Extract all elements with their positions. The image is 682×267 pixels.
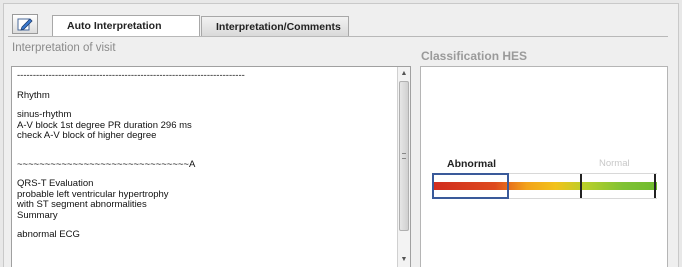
interpretation-line: ----------------------------------------…: [17, 70, 245, 81]
interpretation-scrollbar[interactable]: ▲ ▼: [397, 67, 410, 267]
interpretation-textarea[interactable]: ----------------------------------------…: [11, 66, 411, 267]
classification-panel: Abnormal Normal: [420, 66, 668, 267]
interpretation-line: ~~~~~~~~~~~~~~~~~~~~~~~~~~~~~~~A: [17, 158, 196, 170]
interpretation-group-title: Interpretation of visit: [12, 42, 116, 54]
edit-button[interactable]: [12, 14, 38, 34]
interpretation-line: abnormal ECG: [17, 229, 80, 240]
scale-normal-label: Normal: [599, 158, 630, 169]
tab-interpretation-comments[interactable]: Interpretation/Comments: [201, 16, 349, 37]
classification-scale: [432, 173, 657, 199]
interpretation-line: QRS-T Evaluation: [17, 178, 94, 189]
tab-divider: [8, 36, 668, 37]
scroll-up-arrow-icon[interactable]: ▲: [398, 68, 410, 80]
tab-bar: Auto Interpretation Interpretation/Comme…: [8, 10, 668, 37]
interpretation-line: check A-V block of higher degree: [17, 130, 157, 141]
interpretation-line: [17, 142, 397, 151]
selected-segment-marker: [432, 173, 509, 199]
scroll-thumb[interactable]: [399, 81, 409, 231]
scroll-grip-icon: [402, 153, 406, 159]
interpretation-line: [17, 101, 397, 110]
edit-icon: [17, 18, 33, 31]
scale-tick: [654, 174, 656, 198]
classification-group-title: Classification HES: [421, 49, 528, 63]
interpretation-line: Summary: [17, 209, 58, 221]
scroll-down-arrow-icon[interactable]: ▼: [398, 254, 410, 266]
interpretation-line: with ST segment abnormalities: [17, 199, 147, 210]
interpretation-text: ----------------------------------------…: [17, 70, 397, 241]
scale-abnormal-label: Abnormal: [447, 158, 497, 170]
interpretation-line: [17, 82, 397, 91]
scale-tick: [580, 174, 582, 198]
interpretation-line: sinus-rhythm: [17, 109, 72, 120]
interpretation-line: Rhythm: [17, 89, 50, 101]
tab-auto-interpretation[interactable]: Auto Interpretation: [52, 15, 200, 37]
